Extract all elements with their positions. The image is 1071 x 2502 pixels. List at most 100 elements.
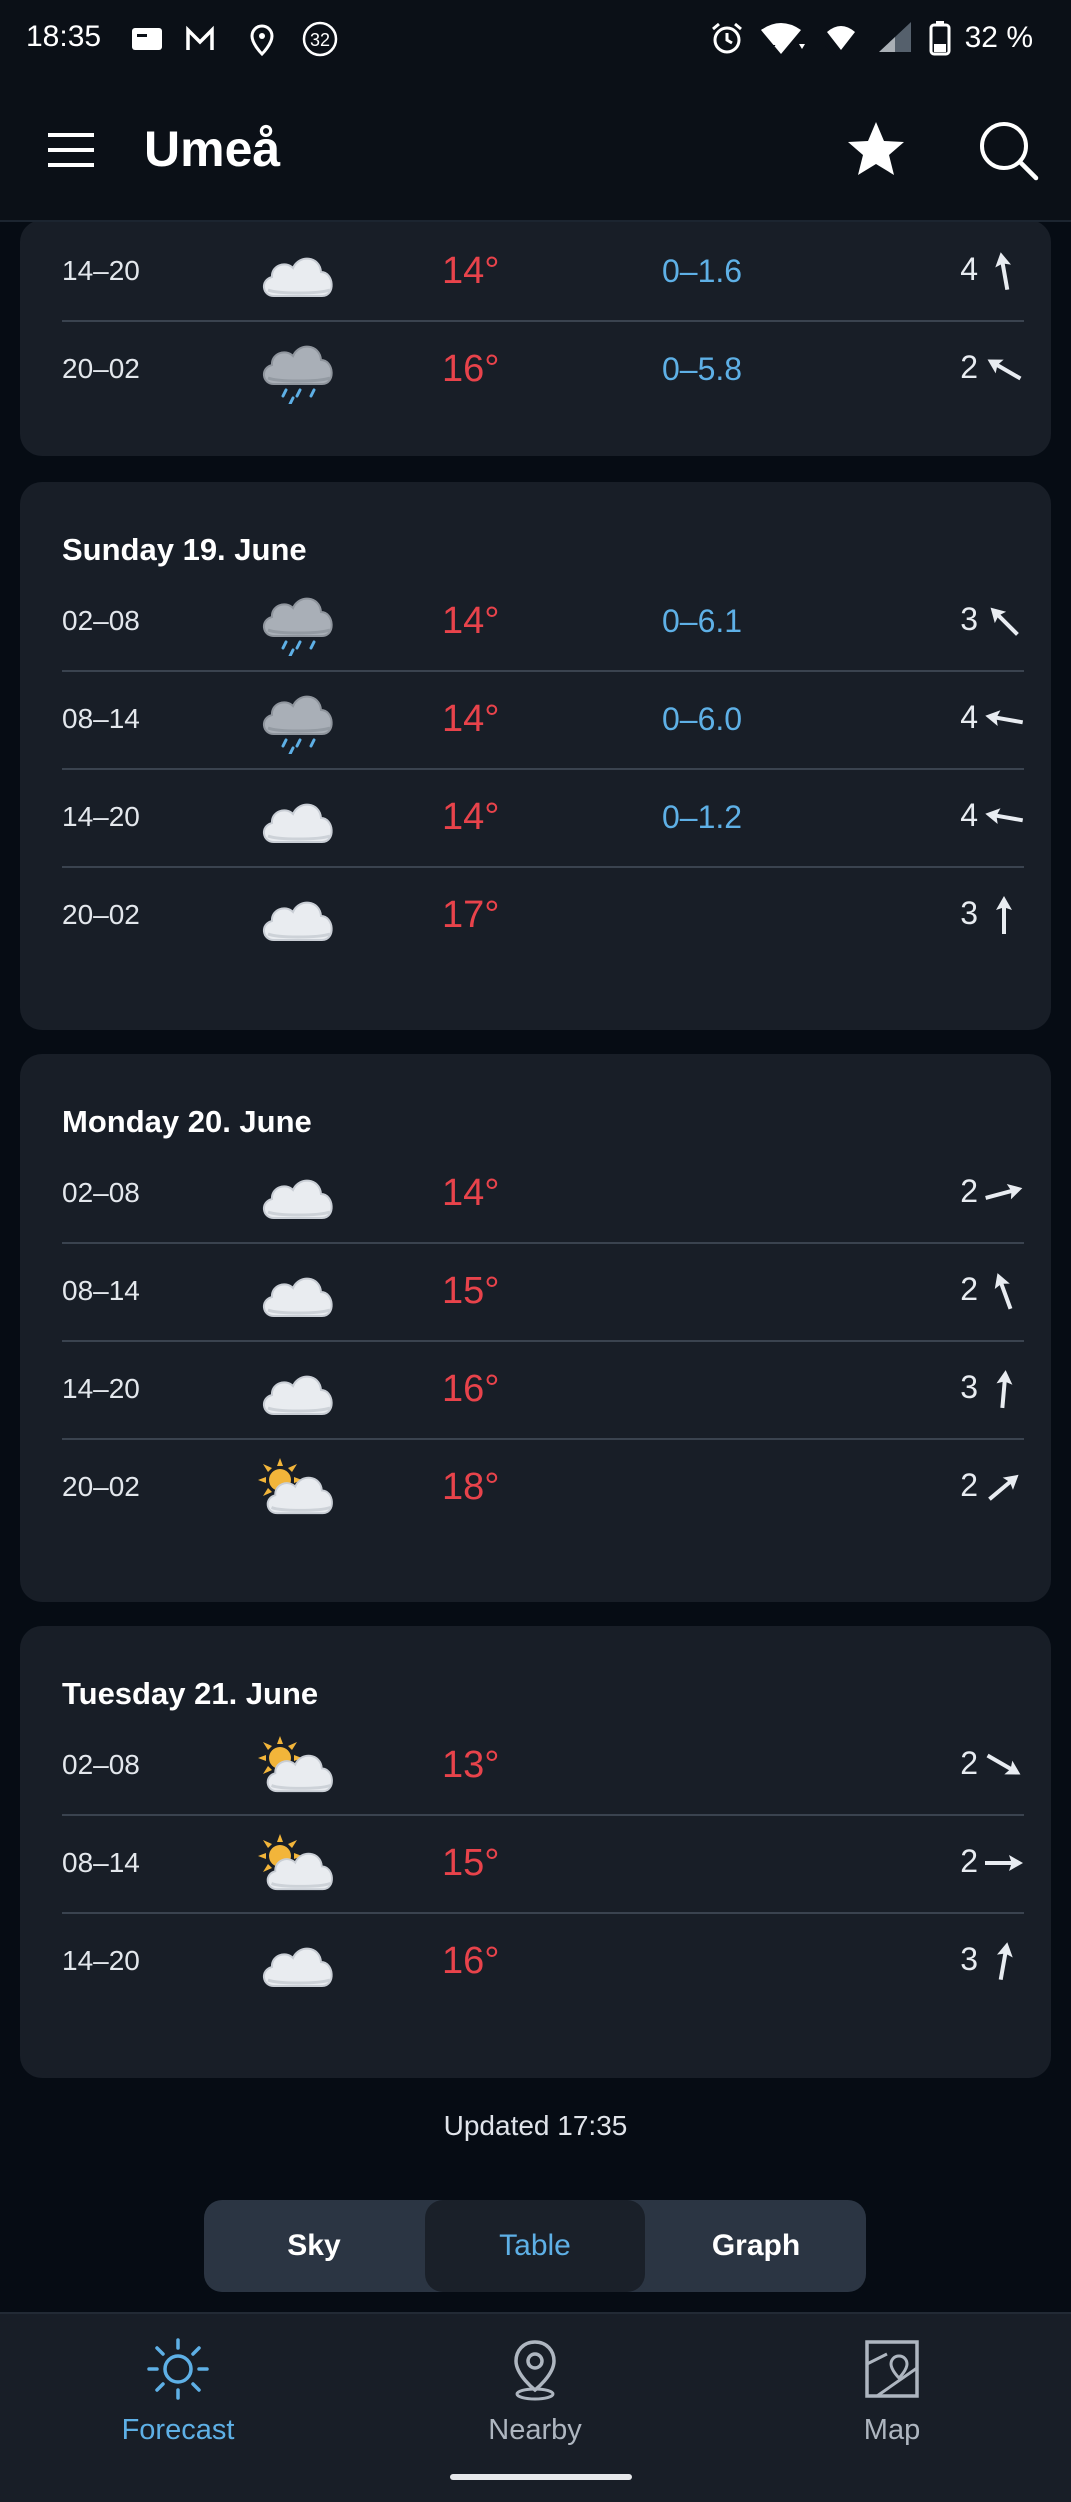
cloudy-icon — [262, 1277, 334, 1318]
precipitation: 0–5.8 — [662, 351, 743, 387]
forecast-row[interactable]: 08–14 15° 2 — [62, 1242, 1024, 1342]
forecast-row[interactable]: 02–08 14° 0–6.1 3 — [62, 572, 1024, 672]
period-label: 14–20 — [62, 1945, 140, 1976]
precipitation: 0–6.0 — [662, 701, 743, 737]
wind-speed: 4 — [960, 797, 978, 833]
wind-speed: 3 — [960, 1369, 978, 1405]
wind-direction-icon — [985, 808, 1024, 825]
forecast-row[interactable]: 20–02 16° 0–5.8 2 — [62, 320, 1024, 418]
temperature: 14° — [442, 600, 500, 642]
view-toggle: Sky Table Graph — [204, 2200, 866, 2292]
cloudy-icon — [262, 803, 334, 844]
favorite-button[interactable] — [842, 116, 910, 184]
sun-icon — [147, 2338, 209, 2400]
forecast-row[interactable]: 14–20 14° 0–1.2 4 — [62, 768, 1024, 868]
nav-forecast[interactable]: Forecast — [58, 2334, 298, 2447]
nav-forecast-label: Forecast — [121, 2414, 235, 2446]
notification-count: 32 — [310, 30, 330, 50]
wind-direction-icon — [986, 1753, 1021, 1775]
wind-direction-icon — [996, 1942, 1013, 1981]
rain-icon — [262, 345, 334, 404]
nav-nearby[interactable]: Nearby — [415, 2334, 655, 2447]
temperature: 13° — [442, 1744, 500, 1786]
wind-speed: 2 — [960, 349, 978, 385]
status-time: 18:35 — [26, 20, 102, 53]
wind-direction-icon — [985, 1183, 1023, 1200]
forecast-table[interactable]: 14–20 14° 0–1.6 4 20–02 16° 0–5.8 2 Sunday 19. … — [0, 222, 1071, 2312]
temperature: 15° — [442, 1270, 500, 1312]
wind-direction-icon — [994, 1273, 1013, 1310]
rain-icon — [262, 597, 334, 656]
rain-icon — [262, 695, 334, 754]
wind-speed: 4 — [960, 699, 978, 735]
forecast-row[interactable]: 02–08 13° 2 — [62, 1716, 1024, 1816]
period-label: 20–02 — [62, 899, 140, 930]
precipitation: 0–1.2 — [662, 799, 743, 835]
wind-direction-icon — [987, 359, 1022, 381]
day-card: Tuesday 21. June 02–08 13° 2 08–14 15° 2 14–20 1… — [20, 1626, 1051, 2078]
precipitation: 0–1.6 — [662, 253, 743, 289]
forecast-row[interactable]: 20–02 17° 3 — [62, 866, 1024, 964]
period-label: 08–14 — [62, 1847, 140, 1878]
period-label: 02–08 — [62, 1749, 140, 1780]
wind-direction-icon — [990, 607, 1019, 636]
day-card: Monday 20. June 02–08 14° 2 08–14 15° 2 14–20 16… — [20, 1054, 1051, 1602]
forecast-row[interactable]: 02–08 14° 2 — [62, 1144, 1024, 1244]
day-card: 14–20 14° 0–1.6 4 20–02 16° 0–5.8 2 — [20, 222, 1051, 456]
partly-cloudy-icon — [258, 1458, 334, 1515]
forecast-row[interactable]: 14–20 16° 3 — [62, 1912, 1024, 2010]
status-system-icons: 5 32 % — [709, 20, 1033, 56]
battery-percent: 32 % — [964, 21, 1033, 54]
graph-view-button[interactable]: Graph — [646, 2200, 866, 2292]
wind-direction-icon — [985, 1855, 1023, 1871]
page-title: Umeå — [144, 121, 281, 177]
cloudy-icon — [262, 1179, 334, 1220]
temperature: 16° — [442, 1940, 500, 1982]
forecast-row[interactable]: 14–20 16° 3 — [62, 1340, 1024, 1440]
sky-view-button[interactable]: Sky — [204, 2200, 424, 2292]
wind-speed: 2 — [960, 1467, 978, 1503]
wind-direction-icon — [985, 710, 1024, 727]
wind-speed: 3 — [960, 601, 978, 637]
forecast-row[interactable]: 08–14 14° 0–6.0 4 — [62, 670, 1024, 770]
period-label: 08–14 — [62, 703, 140, 734]
day-title: Monday 20. June — [62, 1104, 312, 1139]
temperature: 14° — [442, 1172, 500, 1214]
svg-text:5: 5 — [769, 42, 776, 56]
temperature: 18° — [442, 1466, 500, 1508]
period-label: 14–20 — [62, 801, 140, 832]
search-button[interactable] — [974, 116, 1042, 184]
temperature: 14° — [442, 698, 500, 740]
period-label: 02–08 — [62, 605, 140, 636]
wind-speed: 2 — [960, 1271, 978, 1307]
forecast-row[interactable]: 14–20 14° 0–1.6 4 — [62, 222, 1024, 322]
forecast-row[interactable]: 20–02 18° 2 — [62, 1438, 1024, 1536]
signal-icon — [878, 22, 911, 52]
alarm-icon — [711, 22, 742, 54]
status-bar: 18:35 32 5 32 % — [0, 0, 1071, 80]
forecast-row[interactable]: 08–14 15° 2 — [62, 1814, 1024, 1914]
period-label: 14–20 — [62, 1373, 140, 1404]
updated-time: Updated 17:35 — [443, 2110, 628, 2141]
period-label: 20–02 — [62, 353, 140, 384]
wind-speed: 3 — [960, 1941, 978, 1977]
cloudy-icon — [262, 1947, 334, 1988]
period-label: 20–02 — [62, 1471, 140, 1502]
wind-direction-icon — [988, 1474, 1019, 1501]
wind-direction-icon — [996, 1370, 1013, 1409]
app-bar: Umeå — [0, 80, 1071, 222]
home-indicator — [450, 2474, 632, 2480]
wind-speed: 4 — [960, 251, 978, 287]
status-notification-icons: 32 — [130, 20, 350, 65]
wind-speed: 3 — [960, 895, 978, 931]
map-icon — [865, 2340, 919, 2398]
partly-cloudy-icon — [258, 1834, 334, 1891]
wind-speed: 2 — [960, 1173, 978, 1209]
temperature: 14° — [442, 796, 500, 838]
menu-button[interactable] — [46, 125, 96, 175]
nav-map-label: Map — [863, 2414, 921, 2446]
day-title: Sunday 19. June — [62, 532, 307, 567]
wind-direction-icon — [996, 896, 1012, 934]
nav-map[interactable]: Map — [772, 2334, 1012, 2447]
table-view-button[interactable]: Table — [425, 2200, 645, 2292]
